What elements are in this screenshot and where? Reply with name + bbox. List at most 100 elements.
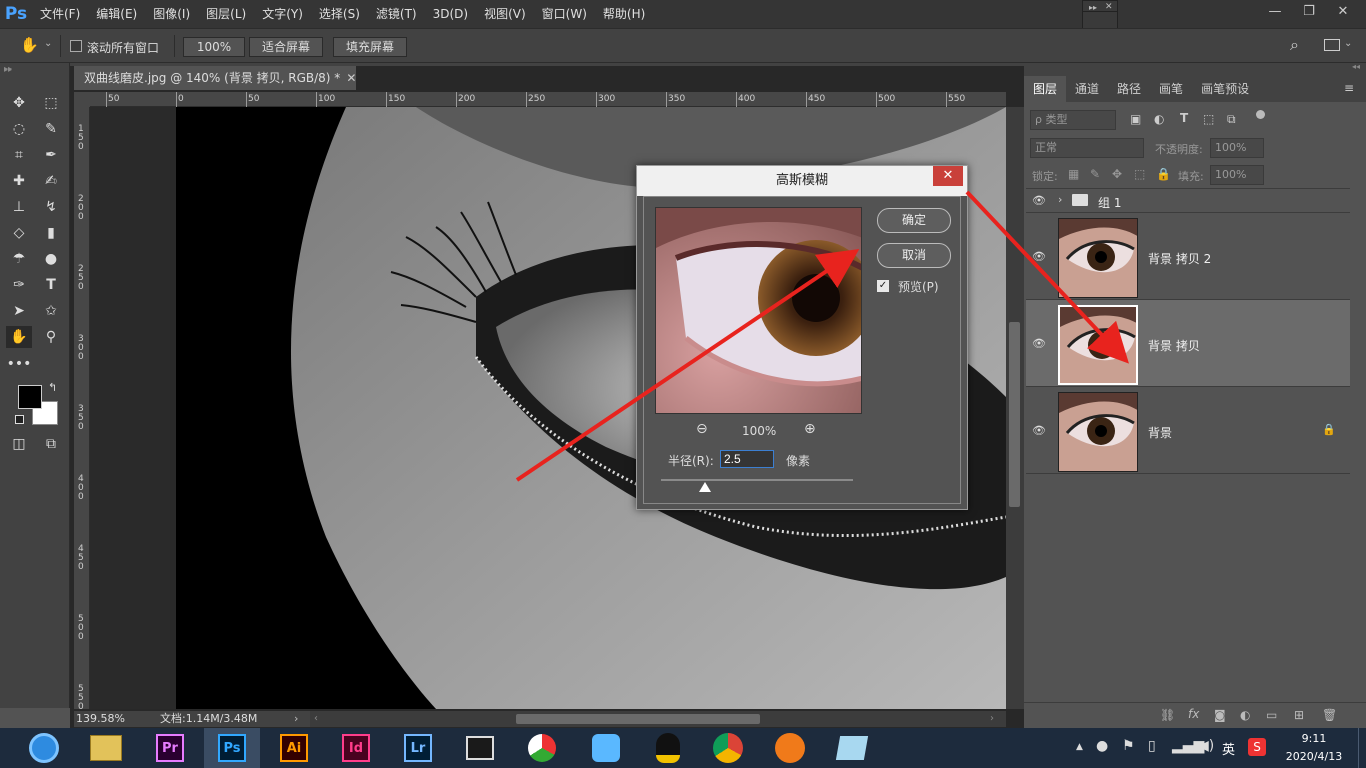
new-layer-icon[interactable]: ⊞: [1294, 708, 1304, 722]
fill-screen-button[interactable]: 填充屏幕: [333, 37, 407, 57]
brush-tool-icon[interactable]: ✍: [38, 170, 64, 192]
tray-qq-icon[interactable]: ●: [1096, 738, 1108, 754]
tab-layers[interactable]: 图层: [1024, 76, 1067, 102]
workspace-icon[interactable]: [1324, 39, 1340, 51]
lock-artboard-icon[interactable]: ⬚: [1134, 167, 1145, 181]
restore-icon[interactable]: ❐: [1292, 0, 1326, 24]
premiere-taskbar-button[interactable]: Pr: [142, 728, 198, 768]
search-icon[interactable]: ⌕: [1290, 35, 1299, 55]
default-colors-icon[interactable]: [15, 415, 24, 424]
visibility-eye-icon[interactable]: 👁: [1032, 194, 1046, 207]
eraser-tool-icon[interactable]: ◇: [6, 222, 32, 244]
indesign-taskbar-button[interactable]: Id: [328, 728, 384, 768]
pen-tool-icon[interactable]: ✑: [6, 274, 32, 296]
menu-layer[interactable]: 图层(L): [198, 0, 254, 28]
visibility-eye-icon[interactable]: 👁: [1032, 337, 1046, 350]
eyedropper-tool-icon[interactable]: ✒: [38, 144, 64, 166]
menu-type[interactable]: 文字(Y): [254, 0, 311, 28]
menu-file[interactable]: 文件(F): [32, 0, 88, 28]
panel-menu-icon[interactable]: ≡: [1344, 81, 1354, 95]
menu-image[interactable]: 图像(I): [145, 0, 198, 28]
layer-bg-copy-2[interactable]: 👁 背景 拷贝 2: [1026, 213, 1350, 300]
tab-brush-presets[interactable]: 画笔预设: [1192, 76, 1258, 102]
browser-icon[interactable]: [762, 728, 818, 768]
preview-checkbox[interactable]: ✓: [877, 280, 889, 292]
lock-transparent-icon[interactable]: ▦: [1068, 167, 1079, 181]
path-select-tool-icon[interactable]: ➤: [6, 300, 32, 322]
crop-tool-icon[interactable]: ⌗: [6, 144, 32, 166]
quick-select-tool-icon[interactable]: ✎: [38, 118, 64, 140]
close-window-icon[interactable]: ✕: [1326, 0, 1360, 24]
tray-flag-icon[interactable]: ⚑: [1122, 738, 1135, 754]
tab-paths[interactable]: 路径: [1108, 76, 1150, 102]
start-button[interactable]: [16, 728, 72, 768]
vertical-ruler[interactable]: 1 5 0 2 0 0 2 5 0 3 0 0 3 5 0 4 0 0 4 5 0 5 0 0…: [74, 107, 90, 712]
filter-pixel-icon[interactable]: ▣: [1130, 112, 1141, 126]
menu-select[interactable]: 选择(S): [311, 0, 368, 28]
horizontal-scrollbar[interactable]: ‹ ›: [310, 711, 1006, 727]
zoom-in-icon[interactable]: ⊕: [804, 421, 816, 437]
more-tools-icon[interactable]: •••: [6, 353, 32, 375]
sogou-input-icon[interactable]: S: [1248, 738, 1266, 756]
volume-icon[interactable]: ◀): [1198, 738, 1214, 754]
lock-position-icon[interactable]: ✥: [1112, 167, 1122, 181]
adjustment-layer-icon[interactable]: ◐: [1240, 708, 1250, 722]
marquee-tool-icon[interactable]: ⬚: [38, 92, 64, 114]
radius-slider-thumb[interactable]: [699, 482, 711, 492]
video-app-icon[interactable]: [452, 728, 508, 768]
blur-tool-icon[interactable]: ☂: [6, 248, 32, 270]
chevron-right-icon[interactable]: ›: [1058, 193, 1062, 206]
umbrella-app-icon[interactable]: [514, 728, 570, 768]
ok-button[interactable]: 确定: [877, 208, 951, 233]
radius-input[interactable]: [720, 450, 774, 468]
shape-tool-icon[interactable]: ✩: [38, 300, 64, 322]
vertical-scroll-thumb[interactable]: [1009, 322, 1020, 507]
minimize-icon[interactable]: —: [1258, 0, 1292, 24]
chat-app-icon[interactable]: [578, 728, 634, 768]
dialog-title[interactable]: 高斯模糊: [637, 166, 967, 196]
chevron-down-icon[interactable]: ⌄: [44, 38, 52, 49]
fit-screen-button[interactable]: 适合屏幕: [249, 37, 323, 57]
clock-date[interactable]: 2020/4/13: [1280, 750, 1348, 763]
add-mask-icon[interactable]: ◙: [1214, 708, 1226, 722]
horizontal-ruler[interactable]: 50 0 50 100 150 200 250 300 350 400 450 500 550: [90, 92, 1006, 107]
menu-help[interactable]: 帮助(H): [595, 0, 653, 28]
tray-expand-icon[interactable]: ▲: [1076, 742, 1083, 752]
filter-toggle-icon[interactable]: [1256, 110, 1265, 119]
tray-device-icon[interactable]: ▯: [1148, 738, 1156, 754]
menu-filter[interactable]: 滤镜(T): [368, 0, 425, 28]
layer-background[interactable]: 👁 背景 🔒: [1026, 387, 1350, 474]
menu-window[interactable]: 窗口(W): [534, 0, 595, 28]
swap-colors-icon[interactable]: ↰: [48, 381, 57, 394]
screen-mode-icon[interactable]: ⧉: [38, 433, 64, 455]
ruler-origin[interactable]: [74, 92, 90, 107]
lasso-tool-icon[interactable]: ◌: [6, 118, 32, 140]
filter-shape-icon[interactable]: ⬚: [1203, 112, 1214, 126]
blur-preview[interactable]: [655, 207, 862, 414]
layer-bg-copy[interactable]: 👁 背景 拷贝: [1026, 300, 1350, 387]
workspace-chevron-icon[interactable]: ⌄: [1344, 38, 1352, 49]
move-tool-icon[interactable]: ✥: [6, 92, 32, 114]
visibility-eye-icon[interactable]: 👁: [1032, 250, 1046, 263]
blend-mode-select[interactable]: 正常: [1030, 138, 1144, 158]
lock-image-icon[interactable]: ✎: [1090, 167, 1100, 181]
menu-view[interactable]: 视图(V): [476, 0, 534, 28]
gradient-tool-icon[interactable]: ▮: [38, 222, 64, 244]
foreground-color-swatch[interactable]: [18, 385, 42, 409]
healing-brush-tool-icon[interactable]: ✚: [6, 170, 32, 192]
photoshop-taskbar-button[interactable]: Ps: [204, 728, 260, 768]
fill-input[interactable]: 100%: [1210, 165, 1264, 185]
dialog-close-icon[interactable]: ✕: [933, 166, 963, 186]
clock-time[interactable]: 9:11: [1284, 732, 1344, 745]
notes-app-icon[interactable]: [824, 728, 880, 768]
lock-all-icon[interactable]: 🔒: [1156, 167, 1171, 181]
horizontal-scroll-thumb[interactable]: [516, 714, 760, 724]
type-tool-icon[interactable]: T: [38, 274, 64, 296]
menu-3d[interactable]: 3D(D): [425, 0, 476, 28]
qq-icon[interactable]: [640, 728, 696, 768]
lightroom-taskbar-button[interactable]: Lr: [390, 728, 446, 768]
clone-stamp-tool-icon[interactable]: ⊥: [6, 196, 32, 218]
panel-collapse-icon[interactable]: ◂◂: [1352, 62, 1360, 71]
radius-slider-track[interactable]: [661, 479, 853, 481]
filter-type-icon[interactable]: T: [1180, 111, 1188, 125]
